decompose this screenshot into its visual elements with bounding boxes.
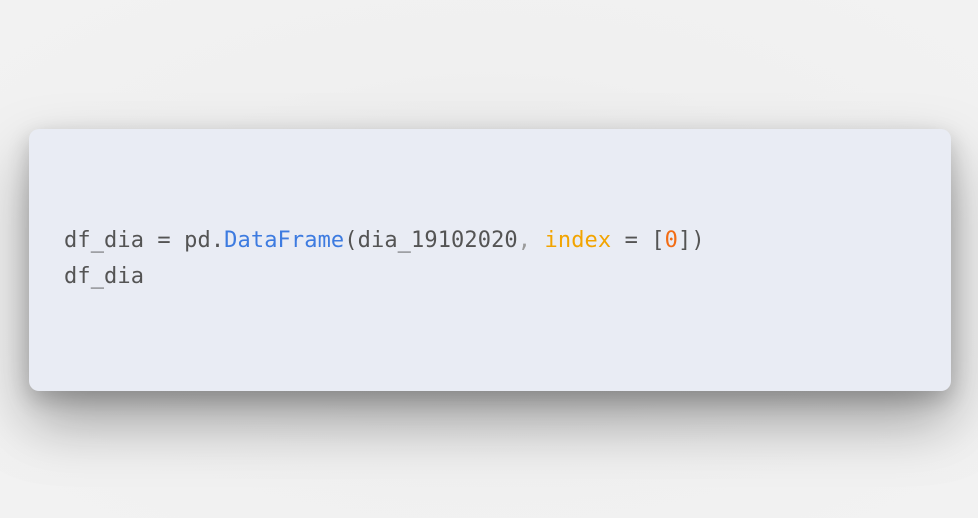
keyword-index: index [544, 228, 612, 253]
code-line-1: df_dia = pd.DataFrame(dia_19102020, inde… [64, 228, 916, 264]
comma: , [517, 228, 532, 253]
code-block: df_dia = pd.DataFrame(dia_19102020, inde… [29, 129, 951, 391]
open-bracket: [ [651, 228, 665, 253]
assign-operator: = [144, 228, 185, 253]
module-pd: pd. [184, 228, 225, 253]
number-zero: 0 [664, 228, 679, 253]
open-paren: ( [344, 228, 358, 253]
variable-df-dia: df_dia [64, 228, 145, 253]
close-bracket-paren: ]) [678, 228, 705, 253]
function-dataframe: DataFrame [224, 228, 345, 253]
argument-dia: dia_19102020 [357, 228, 518, 253]
kw-assign-operator: = [611, 228, 652, 253]
code-line-2: df_dia [64, 264, 145, 289]
